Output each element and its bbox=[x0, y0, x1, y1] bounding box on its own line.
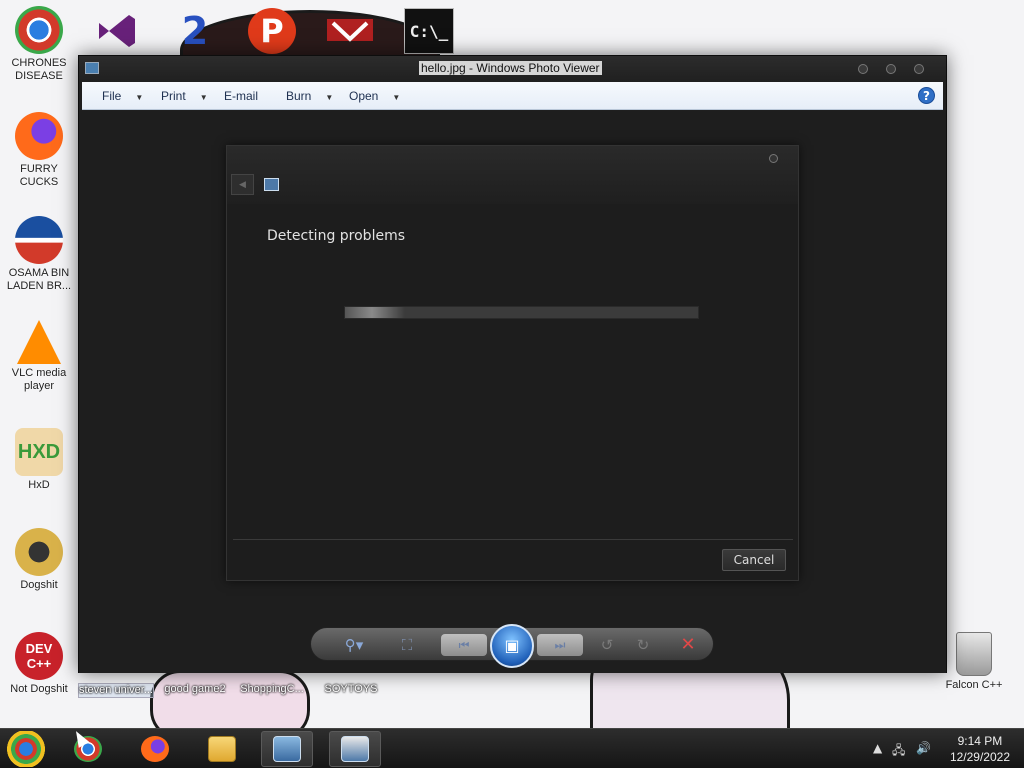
menu-label: E-mail bbox=[224, 89, 259, 103]
desktop-icon-label: Falcon C++ bbox=[945, 679, 1003, 691]
back-button[interactable]: ◀ bbox=[231, 174, 254, 195]
dialog-header: ◀ bbox=[227, 146, 798, 204]
firefox-icon bbox=[15, 112, 63, 160]
dev-cpp-icon bbox=[15, 528, 63, 576]
desktop-icon-chrones-disease[interactable]: CHRONES DISEASE bbox=[1, 6, 77, 83]
menu-bar: File ▼ Print ▼ E-mail Burn ▼ Open ▼ ? bbox=[82, 82, 943, 110]
visual-studio-icon[interactable] bbox=[92, 8, 142, 54]
taskbar-chrome[interactable] bbox=[62, 731, 114, 767]
clock-date: 12/29/2022 bbox=[949, 750, 1010, 764]
taskbar-troubleshooter[interactable] bbox=[329, 731, 381, 767]
progress-bar bbox=[344, 306, 699, 319]
chrome-icon bbox=[15, 6, 63, 54]
slideshow-icon[interactable]: ▣ bbox=[490, 624, 534, 668]
title-bar[interactable]: hello.jpg - Windows Photo Viewer bbox=[79, 56, 946, 82]
menu-email[interactable]: E-mail bbox=[224, 89, 258, 103]
chevron-down-icon: ▼ bbox=[392, 93, 401, 102]
desktop-icon-label: VLC media player bbox=[11, 367, 67, 392]
clock[interactable]: 9:14 PM 12/29/2022 bbox=[950, 733, 1010, 765]
desktop-icon-label: HxD bbox=[28, 479, 50, 491]
delete-icon[interactable]: ✕ bbox=[676, 634, 700, 656]
dialog-heading: Detecting problems bbox=[267, 228, 406, 244]
desktop-icon-label[interactable]: good game2 bbox=[157, 683, 233, 696]
desktop-icon-dogshit[interactable]: Dogshit bbox=[1, 528, 77, 592]
maximize-button[interactable] bbox=[886, 64, 896, 74]
p-icon[interactable]: P bbox=[248, 8, 296, 54]
rotate-clockwise-icon[interactable]: ↻ bbox=[631, 634, 655, 656]
desktop-icon-label: FURRY CUCKS bbox=[19, 163, 59, 188]
menu-file[interactable]: File ▼ bbox=[102, 89, 143, 103]
desktop-icon-hxd[interactable]: HXD HxD bbox=[1, 428, 77, 492]
actual-size-icon[interactable]: ⛶ bbox=[395, 634, 419, 656]
close-button[interactable] bbox=[914, 64, 924, 74]
minimize-button[interactable] bbox=[858, 64, 868, 74]
cancel-button[interactable]: Cancel bbox=[722, 549, 786, 571]
zoom-icon[interactable]: ⚲▾ bbox=[337, 634, 371, 656]
desktop-icon-falcon[interactable]: Falcon C++ bbox=[936, 632, 1012, 692]
menu-burn[interactable]: Burn ▼ bbox=[286, 89, 333, 103]
show-hidden-icons-icon[interactable]: ▲ bbox=[873, 741, 882, 755]
desktop-icon-furry-cucks[interactable]: FURRY CUCKS bbox=[1, 112, 77, 189]
desktop-icon-osama[interactable]: OSAMA BIN LADEN BR... bbox=[1, 216, 77, 293]
volume-icon[interactable]: 🔊 bbox=[916, 741, 931, 755]
recycle-bin-icon bbox=[956, 632, 992, 676]
menu-label: Burn bbox=[286, 89, 312, 103]
viewer-toolbar: ⚲▾ ⛶ ⏮ ▣ ⏭ ↺ ↻ ✕ bbox=[310, 624, 714, 668]
obama-logo-icon bbox=[15, 216, 63, 264]
menu-label: Open bbox=[349, 89, 379, 103]
desktop-icon-label[interactable]: ShoppingC... bbox=[234, 683, 310, 696]
rotate-counterclockwise-icon[interactable]: ↺ bbox=[595, 634, 619, 656]
menu-open[interactable]: Open ▼ bbox=[349, 89, 400, 103]
desktop-icon-not-dogshit[interactable]: DEV C++ Not Dogshit bbox=[1, 632, 77, 696]
close-button[interactable] bbox=[769, 154, 778, 163]
command-prompt-icon[interactable]: C:\_ bbox=[404, 8, 454, 54]
desktop-icon-label: CHRONES DISEASE bbox=[11, 57, 67, 82]
taskbar-file-explorer[interactable] bbox=[196, 731, 248, 767]
photo-viewer-icon bbox=[273, 736, 301, 762]
photo-viewer-icon bbox=[85, 62, 99, 74]
dev-cpp-red-icon: DEV C++ bbox=[15, 632, 63, 680]
menu-print[interactable]: Print ▼ bbox=[161, 89, 208, 103]
speedrun-2-icon[interactable]: 2 bbox=[170, 8, 220, 54]
previous-icon[interactable]: ⏮ bbox=[441, 634, 487, 656]
taskbar: ▲ 🖧 🔊 9:14 PM 12/29/2022 bbox=[0, 728, 1024, 768]
menu-label: File bbox=[102, 89, 122, 103]
file-explorer-icon bbox=[208, 736, 236, 762]
desktop-icon-label: Not Dogshit bbox=[10, 683, 68, 695]
troubleshooter-icon bbox=[264, 178, 279, 191]
vlc-icon bbox=[17, 320, 61, 364]
troubleshooter-dialog: ◀ Detecting problems Cancel bbox=[226, 145, 799, 581]
chevron-down-icon: ▼ bbox=[199, 93, 208, 102]
desktop-icon-label[interactable]: SOYTOYS bbox=[313, 683, 389, 696]
divider bbox=[233, 539, 793, 540]
help-icon[interactable]: ? bbox=[918, 87, 935, 104]
desktop-icon-label: Dogshit bbox=[20, 579, 58, 591]
papers-please-icon[interactable] bbox=[325, 8, 375, 54]
firefox-icon bbox=[141, 736, 169, 762]
hxd-icon: HXD bbox=[15, 428, 63, 476]
taskbar-firefox[interactable] bbox=[129, 731, 181, 767]
taskbar-photo-viewer[interactable] bbox=[261, 731, 313, 767]
menu-label: Print bbox=[161, 89, 186, 103]
desktop-icon-vlc[interactable]: VLC media player bbox=[1, 320, 77, 393]
window-title: hello.jpg - Windows Photo Viewer bbox=[419, 61, 602, 75]
chevron-down-icon: ▼ bbox=[135, 93, 144, 102]
desktop-icon-label: OSAMA BIN LADEN BR... bbox=[6, 267, 72, 292]
progress-fill bbox=[345, 307, 405, 318]
troubleshooter-icon bbox=[341, 736, 369, 762]
clock-time: 9:14 PM bbox=[957, 734, 1003, 748]
wallpaper-art bbox=[150, 670, 310, 728]
network-icon[interactable]: 🖧 bbox=[892, 741, 905, 762]
desktop-icon-label[interactable]: steven univer... bbox=[78, 683, 154, 698]
start-button[interactable] bbox=[6, 731, 46, 767]
chevron-down-icon: ▼ bbox=[325, 93, 334, 102]
next-icon[interactable]: ⏭ bbox=[537, 634, 583, 656]
